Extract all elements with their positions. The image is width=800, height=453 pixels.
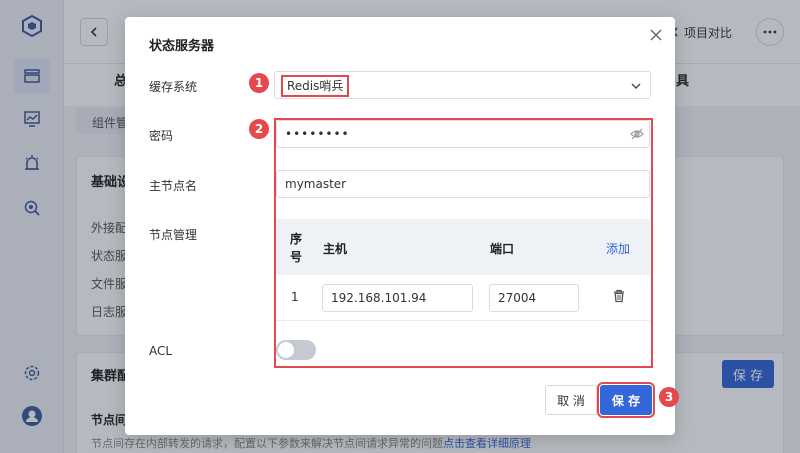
annotation-marker-3: 3 <box>659 387 679 407</box>
row-seq: 1 <box>291 290 299 304</box>
table-header: 序号 主机 端口 添加 <box>276 219 650 275</box>
node-management-label: 节点管理 <box>149 228 198 242</box>
state-server-dialog: 状态服务器 缓存系统 Redis哨兵 密码 主节点名 节点管理 序号 主机 端口… <box>125 17 675 435</box>
cancel-button[interactable]: 取 消 <box>545 385 597 415</box>
close-icon[interactable] <box>649 28 663 42</box>
save-button[interactable]: 保 存 <box>597 382 655 418</box>
cache-system-select[interactable]: Redis哨兵 <box>274 71 651 99</box>
dialog-title: 状态服务器 <box>149 39 215 54</box>
chevron-down-icon <box>631 83 641 89</box>
master-name-input[interactable] <box>276 170 650 198</box>
cache-system-label: 缓存系统 <box>149 80 198 94</box>
column-header-host: 主机 <box>323 242 348 256</box>
acl-label: ACL <box>149 344 173 358</box>
column-header-seq: 序号 <box>289 232 302 264</box>
add-node-link[interactable]: 添加 <box>606 240 630 257</box>
annotation-marker-1: 1 <box>249 73 269 93</box>
table-row: 1 <box>276 275 650 321</box>
cache-system-value: Redis哨兵 <box>281 75 350 97</box>
password-label: 密码 <box>149 129 174 143</box>
node-table: 序号 主机 端口 添加 1 <box>276 219 650 321</box>
master-name-label: 主节点名 <box>149 179 198 193</box>
port-input[interactable] <box>489 284 579 312</box>
column-header-port: 端口 <box>490 242 515 256</box>
toggle-knob <box>278 342 294 358</box>
annotation-marker-2: 2 <box>249 119 269 139</box>
acl-toggle[interactable] <box>276 340 316 360</box>
host-input[interactable] <box>322 284 473 312</box>
password-input[interactable] <box>276 120 650 148</box>
trash-icon[interactable] <box>612 289 626 303</box>
eye-off-icon[interactable] <box>630 127 644 141</box>
